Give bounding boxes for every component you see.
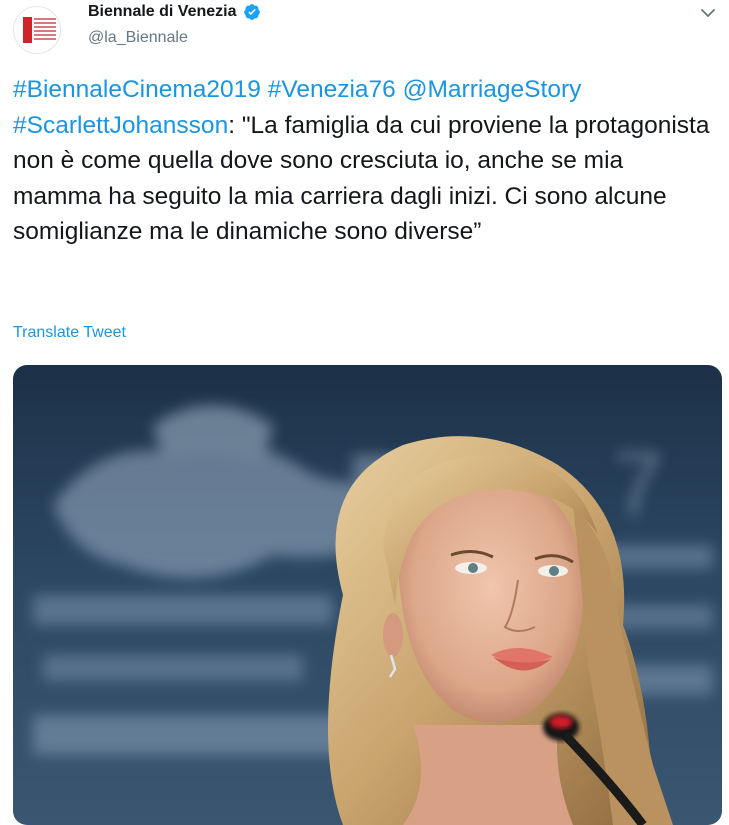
hashtag-link[interactable]: #Venezia76 — [268, 76, 396, 103]
tweet-text: #BiennaleCinema2019 #Venezia76 @Marriage… — [13, 72, 718, 250]
hashtag-link[interactable]: #ScarlettJohansson — [13, 112, 228, 139]
account-handle[interactable]: @la_Biennale — [88, 29, 188, 47]
svg-text:7: 7 — [613, 435, 663, 535]
chevron-down-icon[interactable] — [697, 2, 719, 24]
account-name-row: Biennale di Venezia — [88, 3, 261, 21]
mention-link[interactable]: @MarriageStory — [403, 76, 582, 103]
press-conference-photo[interactable]: 7 — [13, 365, 722, 825]
avatar[interactable] — [13, 6, 61, 54]
display-name[interactable]: Biennale di Venezia — [88, 3, 237, 21]
tweet: Biennale di Venezia @la_Biennale #Bienna… — [0, 0, 729, 825]
biennale-logo-icon — [23, 17, 32, 43]
verified-badge-icon — [243, 4, 260, 20]
translate-tweet-link[interactable]: Translate Tweet — [13, 324, 126, 342]
hashtag-link[interactable]: #BiennaleCinema2019 — [13, 76, 261, 103]
